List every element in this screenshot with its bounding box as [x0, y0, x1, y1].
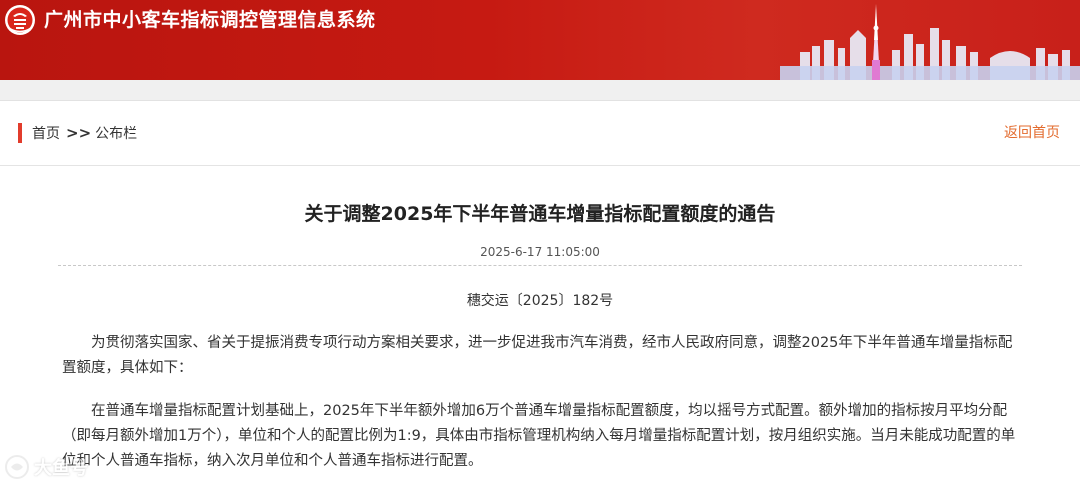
watermark-text: 大鱼号 — [34, 458, 88, 479]
article-paragraph-2: 在普通车增量指标配置计划基础上，2025年下半年额外增加6万个普通车增量指标配置… — [62, 403, 1016, 469]
main-content-panel: 首页 >> 公布栏 返回首页 关于调整2025年下半年普通车增量指标配置额度的通告 … — [0, 100, 1080, 489]
breadcrumb-bar: 首页 >> 公布栏 返回首页 — [0, 101, 1080, 166]
divider — [58, 265, 1022, 266]
back-to-home-link[interactable]: 返回首页 — [1004, 123, 1060, 143]
site-title: 广州市中小客车指标调控管理信息系统 — [44, 9, 376, 31]
site-header: 广州市中小客车指标调控管理信息系统 — [0, 0, 1080, 80]
breadcrumb-separator: >> — [66, 124, 92, 142]
document-number: 穗交运〔2025〕182号 — [466, 293, 614, 309]
breadcrumb-home-link[interactable]: 首页 — [32, 126, 60, 142]
watermark: 大鱼号 — [4, 452, 88, 482]
article-title: 关于调整2025年下半年普通车增量指标配置额度的通告 — [304, 203, 776, 225]
article-paragraph-1: 为贯彻落实国家、省关于提振消费专项行动方案相关要求，进一步促进我市汽车消费，经市… — [62, 335, 1013, 376]
fish-logo-icon — [5, 455, 29, 479]
breadcrumb-current[interactable]: 公布栏 — [95, 126, 137, 142]
breadcrumb-marker — [18, 123, 22, 143]
city-skyline-illustration — [780, 4, 1080, 80]
breadcrumb: 首页 >> 公布栏 — [32, 123, 137, 144]
article-date: 2025-6-17 11:05:00 — [480, 245, 600, 259]
emblem-logo-icon — [5, 5, 35, 35]
